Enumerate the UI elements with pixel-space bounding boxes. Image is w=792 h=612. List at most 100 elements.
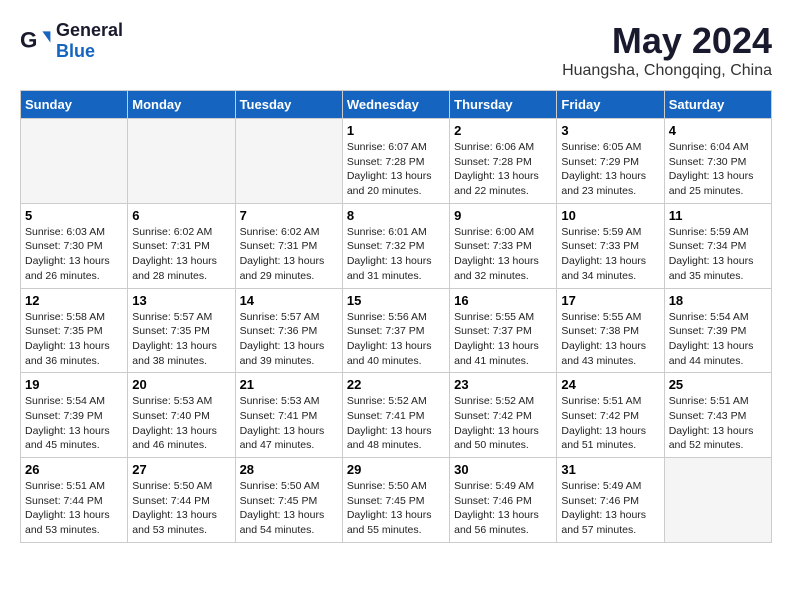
- logo-icon: G: [20, 25, 52, 57]
- cell-content: Sunrise: 5:58 AM Sunset: 7:35 PM Dayligh…: [25, 310, 123, 369]
- calendar-cell: 19Sunrise: 5:54 AM Sunset: 7:39 PM Dayli…: [21, 373, 128, 458]
- calendar-cell: 23 Sunrise: 5:52 AM Sunset: 7:42 PM Dayli…: [450, 373, 557, 458]
- calendar-table: SundayMondayTuesdayWednesdayThursdayFrid…: [20, 90, 772, 543]
- cell-content: Sunrise: 5:59 AM Sunset: 7:33 PM Dayligh…: [561, 225, 659, 284]
- week-row-2: 12Sunrise: 5:58 AM Sunset: 7:35 PM Dayli…: [21, 288, 772, 373]
- cell-content: Sunrise: 5:52 AM Sunset: 7:42 PM Dayligh…: [454, 394, 552, 453]
- day-number: 26: [25, 462, 123, 477]
- week-row-1: 5Sunrise: 6:03 AM Sunset: 7:30 PM Daylig…: [21, 203, 772, 288]
- calendar-cell: [128, 119, 235, 204]
- calendar-cell: 5Sunrise: 6:03 AM Sunset: 7:30 PM Daylig…: [21, 203, 128, 288]
- cell-content: Sunrise: 5:59 AM Sunset: 7:34 PM Dayligh…: [669, 225, 767, 284]
- cell-content: Sunrise: 5:52 AM Sunset: 7:41 PM Dayligh…: [347, 394, 445, 453]
- week-row-4: 26Sunrise: 5:51 AM Sunset: 7:44 PM Dayli…: [21, 458, 772, 543]
- calendar-cell: 31 Sunrise: 5:49 AM Sunset: 7:46 PM Dayli…: [557, 458, 664, 543]
- cell-content: Sunrise: 6:01 AM Sunset: 7:32 PM Dayligh…: [347, 225, 445, 284]
- day-number: 4: [669, 123, 767, 138]
- day-number: 1: [347, 123, 445, 138]
- calendar-cell: 28Sunrise: 5:50 AM Sunset: 7:45 PM Dayli…: [235, 458, 342, 543]
- cell-content: Sunrise: 5:49 AM Sunset: 7:46 PM Dayligh…: [561, 479, 659, 538]
- day-number: 16: [454, 293, 552, 308]
- day-number: 17: [561, 293, 659, 308]
- calendar-cell: 2 Sunrise: 6:06 AM Sunset: 7:28 PM Daylig…: [450, 119, 557, 204]
- location: Huangsha, Chongqing, China: [562, 62, 772, 80]
- calendar-cell: 9 Sunrise: 6:00 AM Sunset: 7:33 PM Daylig…: [450, 203, 557, 288]
- weekday-header-saturday: Saturday: [664, 91, 771, 119]
- cell-content: Sunrise: 5:51 AM Sunset: 7:43 PM Dayligh…: [669, 394, 767, 453]
- cell-content: Sunrise: 5:50 AM Sunset: 7:44 PM Dayligh…: [132, 479, 230, 538]
- calendar-cell: 16 Sunrise: 5:55 AM Sunset: 7:37 PM Dayli…: [450, 288, 557, 373]
- cell-content: Sunrise: 6:02 AM Sunset: 7:31 PM Dayligh…: [132, 225, 230, 284]
- weekday-header-thursday: Thursday: [450, 91, 557, 119]
- day-number: 10: [561, 208, 659, 223]
- month-title: May 2024: [562, 20, 772, 62]
- weekday-header-sunday: Sunday: [21, 91, 128, 119]
- cell-content: Sunrise: 6:07 AM Sunset: 7:28 PM Dayligh…: [347, 140, 445, 199]
- calendar-cell: 22 Sunrise: 5:52 AM Sunset: 7:41 PM Dayli…: [342, 373, 449, 458]
- calendar-cell: 6Sunrise: 6:02 AM Sunset: 7:31 PM Daylig…: [128, 203, 235, 288]
- calendar-cell: 11 Sunrise: 5:59 AM Sunset: 7:34 PM Dayli…: [664, 203, 771, 288]
- day-number: 23: [454, 377, 552, 392]
- logo-general-text: General: [56, 20, 123, 40]
- day-number: 7: [240, 208, 338, 223]
- calendar-cell: [21, 119, 128, 204]
- day-number: 24: [561, 377, 659, 392]
- svg-text:G: G: [20, 27, 37, 52]
- calendar-cell: 7Sunrise: 6:02 AM Sunset: 7:31 PM Daylig…: [235, 203, 342, 288]
- calendar-cell: 13Sunrise: 5:57 AM Sunset: 7:35 PM Dayli…: [128, 288, 235, 373]
- cell-content: Sunrise: 5:56 AM Sunset: 7:37 PM Dayligh…: [347, 310, 445, 369]
- calendar-cell: 20 Sunrise: 5:53 AM Sunset: 7:40 PM Dayli…: [128, 373, 235, 458]
- day-number: 21: [240, 377, 338, 392]
- calendar-cell: 27Sunrise: 5:50 AM Sunset: 7:44 PM Dayli…: [128, 458, 235, 543]
- calendar-cell: 18 Sunrise: 5:54 AM Sunset: 7:39 PM Dayli…: [664, 288, 771, 373]
- day-number: 22: [347, 377, 445, 392]
- calendar-cell: 3Sunrise: 6:05 AM Sunset: 7:29 PM Daylig…: [557, 119, 664, 204]
- day-number: 25: [669, 377, 767, 392]
- calendar-cell: 21 Sunrise: 5:53 AM Sunset: 7:41 PM Dayli…: [235, 373, 342, 458]
- day-number: 13: [132, 293, 230, 308]
- day-number: 31: [561, 462, 659, 477]
- cell-content: Sunrise: 5:51 AM Sunset: 7:42 PM Dayligh…: [561, 394, 659, 453]
- calendar-cell: 1 Sunrise: 6:07 AM Sunset: 7:28 PM Daylig…: [342, 119, 449, 204]
- cell-content: Sunrise: 5:57 AM Sunset: 7:36 PM Dayligh…: [240, 310, 338, 369]
- calendar-cell: 25 Sunrise: 5:51 AM Sunset: 7:43 PM Dayli…: [664, 373, 771, 458]
- calendar-cell: 8 Sunrise: 6:01 AM Sunset: 7:32 PM Daylig…: [342, 203, 449, 288]
- cell-content: Sunrise: 6:04 AM Sunset: 7:30 PM Dayligh…: [669, 140, 767, 199]
- cell-content: Sunrise: 5:50 AM Sunset: 7:45 PM Dayligh…: [240, 479, 338, 538]
- weekday-header-wednesday: Wednesday: [342, 91, 449, 119]
- day-number: 18: [669, 293, 767, 308]
- day-number: 14: [240, 293, 338, 308]
- day-number: 20: [132, 377, 230, 392]
- cell-content: Sunrise: 6:06 AM Sunset: 7:28 PM Dayligh…: [454, 140, 552, 199]
- cell-content: Sunrise: 5:53 AM Sunset: 7:41 PM Dayligh…: [240, 394, 338, 453]
- day-number: 29: [347, 462, 445, 477]
- cell-content: Sunrise: 5:53 AM Sunset: 7:40 PM Dayligh…: [132, 394, 230, 453]
- cell-content: Sunrise: 5:54 AM Sunset: 7:39 PM Dayligh…: [669, 310, 767, 369]
- calendar-cell: 30Sunrise: 5:49 AM Sunset: 7:46 PM Dayli…: [450, 458, 557, 543]
- calendar-cell: [235, 119, 342, 204]
- weekday-header-monday: Monday: [128, 91, 235, 119]
- day-number: 19: [25, 377, 123, 392]
- logo: G General Blue: [20, 20, 123, 62]
- calendar-cell: 12Sunrise: 5:58 AM Sunset: 7:35 PM Dayli…: [21, 288, 128, 373]
- weekday-header-tuesday: Tuesday: [235, 91, 342, 119]
- day-number: 8: [347, 208, 445, 223]
- week-row-0: 1 Sunrise: 6:07 AM Sunset: 7:28 PM Daylig…: [21, 119, 772, 204]
- day-number: 2: [454, 123, 552, 138]
- calendar-cell: 26Sunrise: 5:51 AM Sunset: 7:44 PM Dayli…: [21, 458, 128, 543]
- day-number: 5: [25, 208, 123, 223]
- page-header: G General Blue May 2024 Huangsha, Chongq…: [20, 20, 772, 80]
- logo-blue-text: Blue: [56, 41, 95, 61]
- day-number: 11: [669, 208, 767, 223]
- calendar-cell: 14 Sunrise: 5:57 AM Sunset: 7:36 PM Dayli…: [235, 288, 342, 373]
- title-section: May 2024 Huangsha, Chongqing, China: [562, 20, 772, 80]
- calendar-cell: 24 Sunrise: 5:51 AM Sunset: 7:42 PM Dayli…: [557, 373, 664, 458]
- cell-content: Sunrise: 5:55 AM Sunset: 7:38 PM Dayligh…: [561, 310, 659, 369]
- day-number: 9: [454, 208, 552, 223]
- calendar-cell: 15Sunrise: 5:56 AM Sunset: 7:37 PM Dayli…: [342, 288, 449, 373]
- calendar-cell: 17 Sunrise: 5:55 AM Sunset: 7:38 PM Dayli…: [557, 288, 664, 373]
- day-number: 30: [454, 462, 552, 477]
- cell-content: Sunrise: 6:00 AM Sunset: 7:33 PM Dayligh…: [454, 225, 552, 284]
- cell-content: Sunrise: 5:55 AM Sunset: 7:37 PM Dayligh…: [454, 310, 552, 369]
- weekday-header-friday: Friday: [557, 91, 664, 119]
